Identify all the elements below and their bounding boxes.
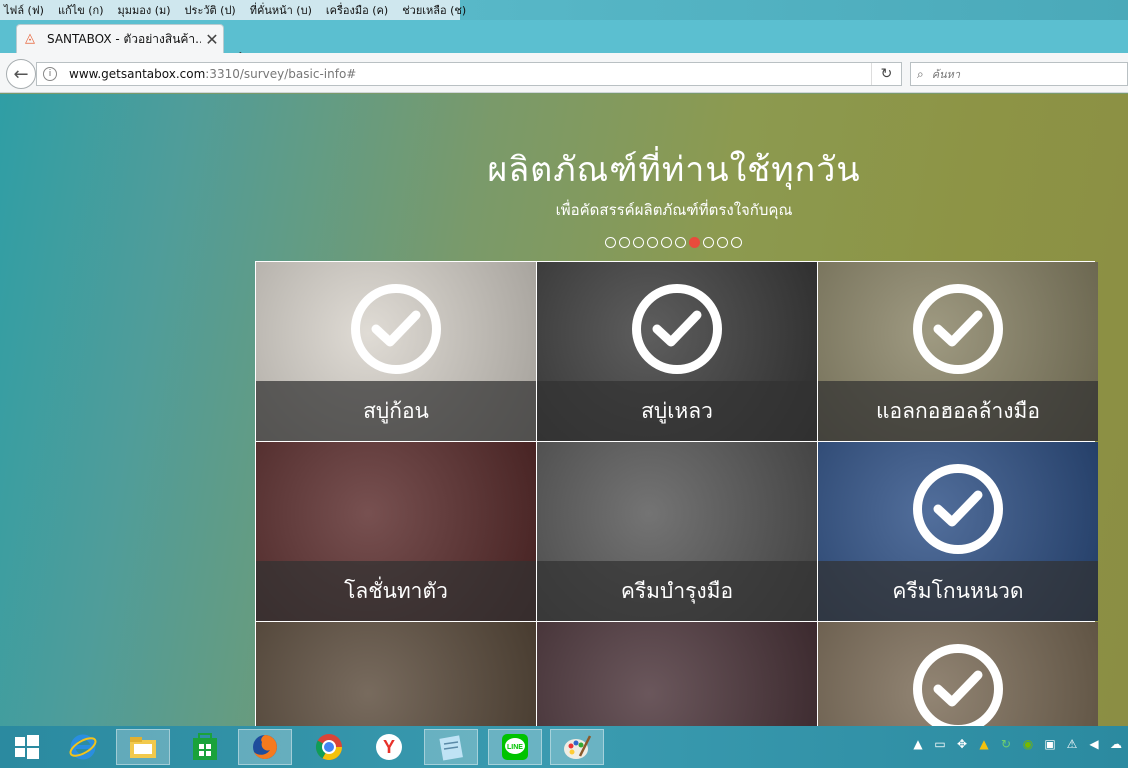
product-card[interactable]: ครีมบำรุงมือ bbox=[537, 442, 817, 621]
menu-item[interactable]: แก้ไข (ก) bbox=[58, 1, 104, 19]
show-hidden-icons-icon[interactable]: ▲ bbox=[910, 736, 926, 752]
chat-icon[interactable]: ▭ bbox=[932, 736, 948, 752]
menu-item[interactable]: เครื่องมือ (ค) bbox=[326, 1, 388, 19]
menu-item[interactable]: ที่คั่นหน้า (บ) bbox=[250, 1, 312, 19]
refresh-sync-icon[interactable]: ↻ bbox=[998, 736, 1014, 752]
chrome-icon bbox=[315, 734, 343, 761]
product-card[interactable]: โลชั่นทาตัว bbox=[256, 442, 536, 621]
network-icon[interactable]: ⚠ bbox=[1064, 736, 1080, 752]
product-card[interactable] bbox=[537, 622, 817, 726]
product-card[interactable]: สบู่เหลว bbox=[537, 262, 817, 441]
start-button[interactable] bbox=[0, 729, 54, 765]
file-explorer-button[interactable] bbox=[116, 729, 170, 765]
page-subtitle: เพื่อคัดสรรค์ผลิตภัณฑ์ที่ตรงใจกับคุณ bbox=[555, 201, 793, 219]
progress-dot-active[interactable] bbox=[689, 237, 700, 248]
progress-dot[interactable] bbox=[633, 237, 644, 248]
url-bar[interactable]: i www.getsantabox.com:3310/survey/basic-… bbox=[36, 62, 902, 86]
system-tray: ▲ ▭ ✥ ▲ ↻ ◉ ▣ ⚠ ◀ ☁ bbox=[904, 736, 1124, 752]
product-card[interactable] bbox=[256, 622, 536, 726]
yandex-button[interactable]: Y bbox=[362, 729, 416, 765]
progress-dot[interactable] bbox=[675, 237, 686, 248]
product-label: สบู่เหลว bbox=[537, 381, 817, 441]
product-photo bbox=[537, 622, 817, 726]
info-icon[interactable]: i bbox=[43, 67, 57, 81]
progress-dot[interactable] bbox=[619, 237, 630, 248]
svg-text:Y: Y bbox=[383, 737, 395, 757]
product-label: สบู่ก้อน bbox=[256, 381, 536, 441]
browser-tab[interactable]: ◬ SANTABOX - ตัวอย่างสินค้า... ✕ bbox=[16, 24, 224, 53]
notepad-button[interactable] bbox=[424, 729, 478, 765]
product-card[interactable]: ครีมโกนหนวด bbox=[818, 442, 1098, 621]
dropbox-icon[interactable]: ✥ bbox=[954, 736, 970, 752]
google-drive-icon[interactable]: ▲ bbox=[976, 736, 992, 752]
menu-bar: ไฟล์ (ฟ) แก้ไข (ก) มุมมอง (ม) ประวัติ (ป) ที… bbox=[0, 0, 1128, 20]
product-card[interactable] bbox=[818, 622, 1098, 726]
monitor-icon[interactable]: ▣ bbox=[1042, 736, 1058, 752]
product-label: แอลกอฮอลล้างมือ bbox=[818, 381, 1098, 441]
progress-dot[interactable] bbox=[703, 237, 714, 248]
notepad-icon bbox=[439, 735, 463, 761]
line-icon: LINE bbox=[502, 734, 528, 760]
progress-dot[interactable] bbox=[731, 237, 742, 248]
yandex-icon: Y bbox=[376, 734, 402, 760]
product-photo bbox=[256, 622, 536, 726]
menu-item[interactable]: ไฟล์ (ฟ) bbox=[4, 1, 44, 19]
progress-dot[interactable] bbox=[661, 237, 672, 248]
onedrive-icon[interactable]: ☁ bbox=[1108, 736, 1124, 752]
back-button[interactable]: ← bbox=[6, 59, 36, 89]
menu-item[interactable]: ประวัติ (ป) bbox=[185, 1, 236, 19]
progress-dot[interactable] bbox=[647, 237, 658, 248]
internet-explorer-icon bbox=[69, 734, 97, 760]
checkmark-icon bbox=[632, 284, 722, 374]
chrome-button[interactable] bbox=[302, 729, 356, 765]
back-arrow-icon: ← bbox=[13, 63, 29, 85]
checkmark-icon bbox=[913, 284, 1003, 374]
volume-icon[interactable]: ◀ bbox=[1086, 736, 1102, 752]
store-button[interactable] bbox=[178, 729, 232, 765]
url-host: www.getsantabox.com bbox=[69, 67, 206, 81]
product-label: ครีมโกนหนวด bbox=[818, 561, 1098, 621]
internet-explorer-button[interactable] bbox=[56, 729, 110, 765]
checkmark-icon bbox=[913, 644, 1003, 726]
page-content: ผลิตภัณฑ์ที่ท่านใช้ทุกวัน เพื่อคัดสรรค์ผ… bbox=[0, 94, 1128, 726]
windows-logo-icon bbox=[15, 735, 39, 759]
search-bar[interactable]: ⌕ bbox=[910, 62, 1128, 86]
url-path: :3310/survey/basic-info# bbox=[205, 67, 357, 81]
product-card[interactable]: สบู่ก้อน bbox=[256, 262, 536, 441]
taskbar: Y LINE ▲ ▭ ✥ ▲ ↻ ◉ ▣ ⚠ ◀ ☁ bbox=[0, 726, 1128, 768]
progress-dot[interactable] bbox=[717, 237, 728, 248]
svg-text:LINE: LINE bbox=[507, 744, 523, 751]
menu-item[interactable]: ช่วยเหลือ (ช) bbox=[402, 1, 466, 19]
firefox-icon bbox=[253, 735, 277, 759]
nvidia-icon[interactable]: ◉ bbox=[1020, 736, 1036, 752]
menu-items: ไฟล์ (ฟ) แก้ไข (ก) มุมมอง (ม) ประวัติ (ป) ที… bbox=[0, 0, 466, 20]
line-button[interactable]: LINE bbox=[488, 729, 542, 765]
checkmark-icon bbox=[913, 464, 1003, 554]
firefox-button[interactable] bbox=[238, 729, 292, 765]
paint-button[interactable] bbox=[550, 729, 604, 765]
close-tab-icon[interactable]: ✕ bbox=[201, 30, 223, 49]
store-icon bbox=[193, 733, 217, 760]
file-explorer-icon bbox=[130, 737, 156, 758]
search-input[interactable] bbox=[931, 67, 1112, 81]
page-title: ผลิตภัณฑ์ที่ท่านใช้ทุกวัน bbox=[487, 150, 861, 190]
checkmark-icon bbox=[351, 284, 441, 374]
progress-dot[interactable] bbox=[605, 237, 616, 248]
product-label: โลชั่นทาตัว bbox=[256, 561, 536, 621]
product-label: ครีมบำรุงมือ bbox=[537, 561, 817, 621]
menu-item[interactable]: มุมมอง (ม) bbox=[117, 1, 170, 19]
paint-icon bbox=[564, 735, 592, 759]
survey-progress-dots bbox=[605, 237, 745, 248]
url-text[interactable]: www.getsantabox.com:3310/survey/basic-in… bbox=[69, 67, 871, 81]
product-grid: สบู่ก้อน สบู่เหลว แอลกอฮอลล้างมือโลชั่นทาต… bbox=[255, 261, 1098, 726]
tab-title: SANTABOX - ตัวอย่างสินค้า... bbox=[47, 31, 201, 46]
santabox-favicon-icon: ◬ bbox=[25, 31, 35, 46]
reload-icon[interactable]: ↻ bbox=[871, 63, 901, 85]
product-card[interactable]: แอลกอฮอลล้างมือ bbox=[818, 262, 1098, 441]
search-icon: ⌕ bbox=[917, 66, 924, 81]
tab-strip: ◬ SANTABOX - ตัวอย่างสินค้า... ✕ + bbox=[0, 20, 1128, 70]
navigation-bar: ← i www.getsantabox.com:3310/survey/basi… bbox=[0, 53, 1128, 93]
